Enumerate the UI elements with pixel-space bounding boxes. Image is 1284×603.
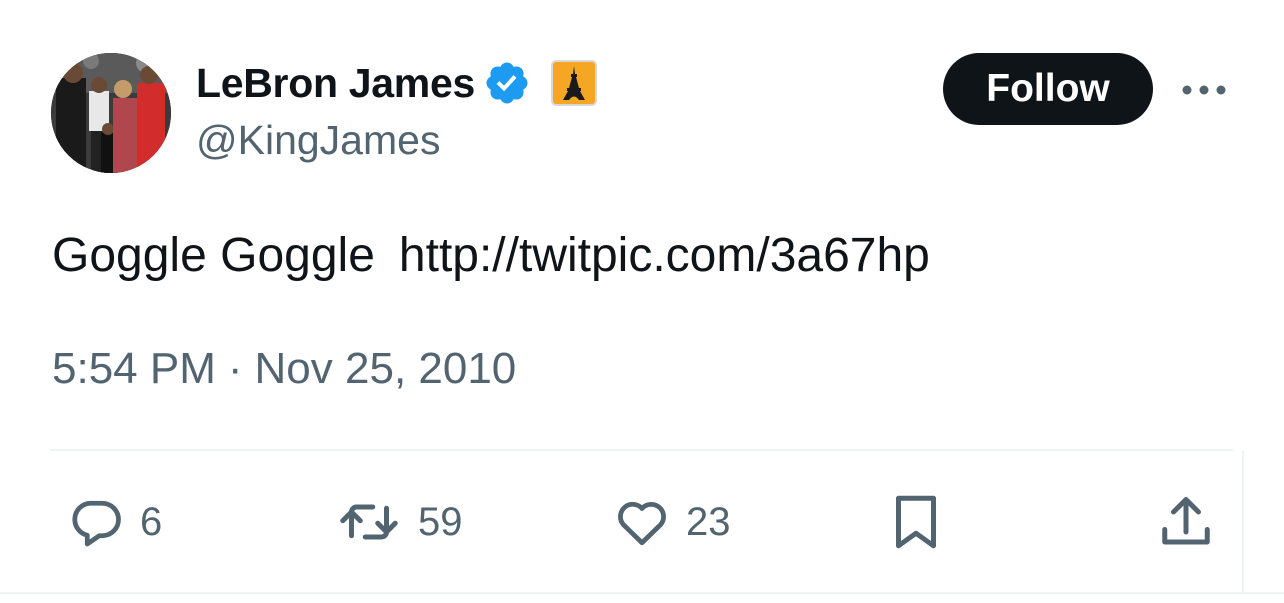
more-dots-icon[interactable] (1180, 72, 1228, 108)
eiffel-tower-icon[interactable] (550, 60, 597, 106)
tweet-body: Goggle Goggle (52, 229, 375, 282)
reply-icon (72, 500, 121, 547)
author-name-row: LeBron James (196, 58, 597, 108)
bookmark-button[interactable] (888, 492, 944, 552)
verified-badge-icon[interactable] (483, 59, 531, 107)
tweet-date: Nov 25, 2010 (254, 344, 517, 393)
retweet-icon (340, 504, 398, 540)
bookmark-icon (896, 495, 936, 549)
heart-icon (618, 501, 666, 546)
divider (0, 592, 1284, 594)
tweet-card: LeBron James @KingJames Follow Goggle Go… (0, 0, 1284, 603)
share-icon (1162, 497, 1210, 545)
share-button[interactable] (1156, 492, 1216, 552)
like-button[interactable]: 23 (612, 492, 731, 552)
retweet-button[interactable]: 59 (334, 492, 463, 552)
timestamp-separator: · (227, 344, 243, 393)
tweet-timestamp[interactable]: 5:54 PM · Nov 25, 2010 (52, 344, 516, 394)
divider (50, 449, 1233, 451)
author-display-name[interactable]: LeBron James (196, 60, 475, 107)
divider (1242, 451, 1244, 593)
avatar-photo (51, 53, 171, 173)
author-handle[interactable]: @KingJames (196, 117, 440, 164)
tweet-time: 5:54 PM (52, 344, 216, 393)
tweet-text: Goggle Goggle http://twitpic.com/3a67hp (52, 228, 930, 283)
follow-button[interactable]: Follow (943, 53, 1153, 125)
tweet-link[interactable]: http://twitpic.com/3a67hp (399, 229, 930, 282)
avatar[interactable] (51, 53, 171, 173)
reply-button[interactable]: 6 (66, 492, 162, 552)
like-count: 23 (686, 499, 731, 544)
reply-count: 6 (140, 499, 163, 544)
retweet-count: 59 (418, 499, 463, 544)
